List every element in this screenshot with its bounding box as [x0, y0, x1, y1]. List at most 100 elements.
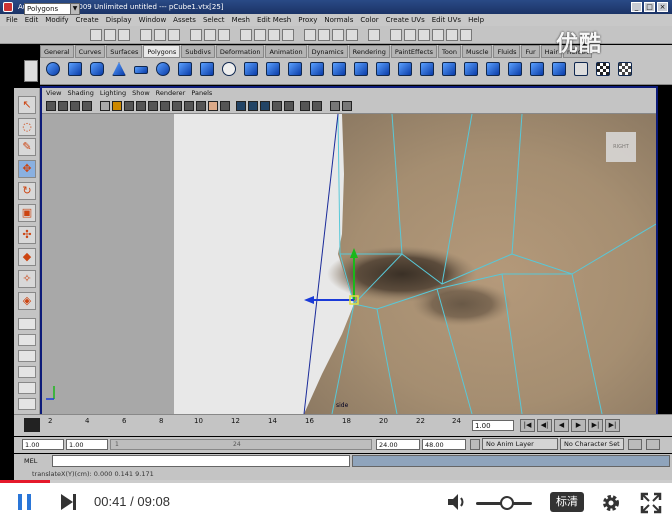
merge-vertices-icon[interactable] [530, 62, 544, 76]
use-all-lights-icon[interactable] [248, 101, 258, 111]
maya-app-icon[interactable] [3, 2, 13, 12]
auto-key-icon[interactable] [628, 439, 642, 450]
maximize-button[interactable]: □ [644, 2, 655, 12]
high-quality-icon[interactable] [272, 101, 282, 111]
snap-plane-icon[interactable] [282, 29, 294, 41]
separate-icon[interactable] [266, 62, 280, 76]
snap-point-icon[interactable] [268, 29, 280, 41]
anim-layer-icon[interactable] [470, 439, 480, 450]
current-time-marker[interactable] [24, 418, 40, 432]
view-cube[interactable]: RIGHT [606, 132, 636, 162]
menu-create[interactable]: Create [75, 14, 98, 26]
grid-icon[interactable] [100, 101, 110, 111]
select-hierarchy-icon[interactable] [140, 29, 152, 41]
channel-box-toggle-icon[interactable] [390, 29, 402, 41]
camera-attributes-icon[interactable] [58, 101, 68, 111]
shelf-tab-animation[interactable]: Animation [265, 45, 307, 58]
field-chart-icon[interactable] [148, 101, 158, 111]
volume-icon[interactable] [446, 492, 468, 512]
menu-create-uvs[interactable]: Create UVs [386, 14, 425, 26]
paint-select-tool-icon[interactable]: ✎ [18, 138, 36, 156]
film-gate-icon[interactable] [112, 101, 122, 111]
next-video-icon[interactable] [58, 491, 80, 513]
shelf-tab-surfaces[interactable]: Surfaces [106, 45, 143, 58]
shelf-tab-curves[interactable]: Curves [74, 45, 106, 58]
shadows-icon[interactable] [260, 101, 270, 111]
volume-slider-knob[interactable] [500, 496, 514, 510]
persp-graph-hypershade-layout-icon[interactable] [18, 398, 36, 410]
shelf-menu-icon[interactable] [24, 60, 38, 82]
shelf-tab-deformation[interactable]: Deformation [215, 45, 265, 58]
shelf-tab-fur[interactable]: Fur [521, 45, 540, 58]
show-manipulator-icon[interactable]: ✧ [18, 270, 36, 288]
mel-label[interactable]: MEL [24, 456, 50, 466]
face-mask-icon[interactable] [218, 29, 230, 41]
extrude-icon[interactable] [420, 62, 434, 76]
panel-menu-shading[interactable]: Shading [67, 88, 93, 98]
combine-icon[interactable] [244, 62, 258, 76]
video-progress-track[interactable] [0, 480, 672, 483]
current-frame-field[interactable]: 1.00 [472, 420, 514, 431]
gear-icon[interactable] [600, 492, 622, 514]
chevron-down-icon[interactable]: ▼ [70, 3, 80, 15]
bookmark-icon[interactable] [70, 101, 80, 111]
play-backwards-button[interactable]: ◀ [554, 419, 569, 432]
shelf-tab-rendering[interactable]: Rendering [348, 45, 390, 58]
viewport-canvas[interactable] [42, 114, 656, 414]
frame-selection-icon[interactable] [330, 101, 340, 111]
shelf-tab-painteffects[interactable]: PaintEffects [390, 45, 438, 58]
close-button[interactable]: × [657, 2, 668, 12]
render-icon[interactable] [318, 29, 330, 41]
panel-menu-view[interactable]: View [46, 88, 61, 98]
edge-mask-icon[interactable] [204, 29, 216, 41]
side-viewport[interactable] [42, 114, 656, 414]
wireframe-icon[interactable] [196, 101, 206, 111]
select-object-icon[interactable] [154, 29, 166, 41]
outliner-toggle-icon[interactable] [460, 29, 472, 41]
append-polygon-icon[interactable] [464, 62, 478, 76]
persp-graph-layout-icon[interactable] [18, 366, 36, 378]
checker-texture-icon[interactable] [596, 62, 610, 76]
input-box-icon[interactable] [368, 29, 380, 41]
history-icon[interactable] [304, 29, 316, 41]
play-forwards-button[interactable]: ▶ [571, 419, 586, 432]
shelf-tab-general[interactable]: General [40, 45, 74, 58]
poly-cube-icon[interactable] [68, 62, 82, 76]
select-component-icon[interactable] [168, 29, 180, 41]
image-plane-icon[interactable] [82, 101, 92, 111]
toggle-ui-elements-icon[interactable] [342, 101, 352, 111]
vertex-mask-icon[interactable] [190, 29, 202, 41]
new-scene-icon[interactable] [90, 29, 102, 41]
menu-normals[interactable]: Normals [324, 14, 353, 26]
shelf-tab-muscle[interactable]: Muscle [461, 45, 493, 58]
single-perspective-layout-icon[interactable] [18, 318, 36, 330]
start-time-field[interactable]: 1.00 [22, 439, 64, 450]
anim-layer-dropdown[interactable]: No Anim Layer [482, 438, 558, 450]
menu-display[interactable]: Display [106, 14, 132, 26]
boolean-union-icon[interactable] [332, 62, 346, 76]
mel-input[interactable] [52, 455, 350, 467]
universal-manipulator-icon[interactable]: ✣ [18, 226, 36, 244]
menu-help[interactable]: Help [468, 14, 484, 26]
shelf-tab-dynamics[interactable]: Dynamics [307, 45, 348, 58]
poly-prism-icon[interactable] [178, 62, 192, 76]
poly-sphere-icon[interactable] [46, 62, 60, 76]
attribute-editor-toggle-icon[interactable] [404, 29, 416, 41]
playback-start-field[interactable]: 1.00 [66, 439, 108, 450]
menu-color[interactable]: Color [360, 14, 378, 26]
panel-menu-renderer[interactable]: Renderer [156, 88, 186, 98]
menu-mesh[interactable]: Mesh [232, 14, 250, 26]
menu-edit-uvs[interactable]: Edit UVs [432, 14, 461, 26]
end-time-field[interactable]: 48.00 [422, 439, 466, 450]
xray-icon[interactable] [284, 101, 294, 111]
tool-settings-toggle-icon[interactable] [418, 29, 430, 41]
save-scene-icon[interactable] [118, 29, 130, 41]
step-forward-key-button[interactable]: ▶| [588, 419, 603, 432]
snap-curve-icon[interactable] [254, 29, 266, 41]
playback-end-field[interactable]: 24.00 [376, 439, 420, 450]
minimize-button[interactable]: _ [631, 2, 642, 12]
step-back-key-button[interactable]: ◀| [537, 419, 552, 432]
boolean-intersection-icon[interactable] [376, 62, 390, 76]
safe-title-icon[interactable] [172, 101, 182, 111]
menu-edit-mesh[interactable]: Edit Mesh [257, 14, 291, 26]
